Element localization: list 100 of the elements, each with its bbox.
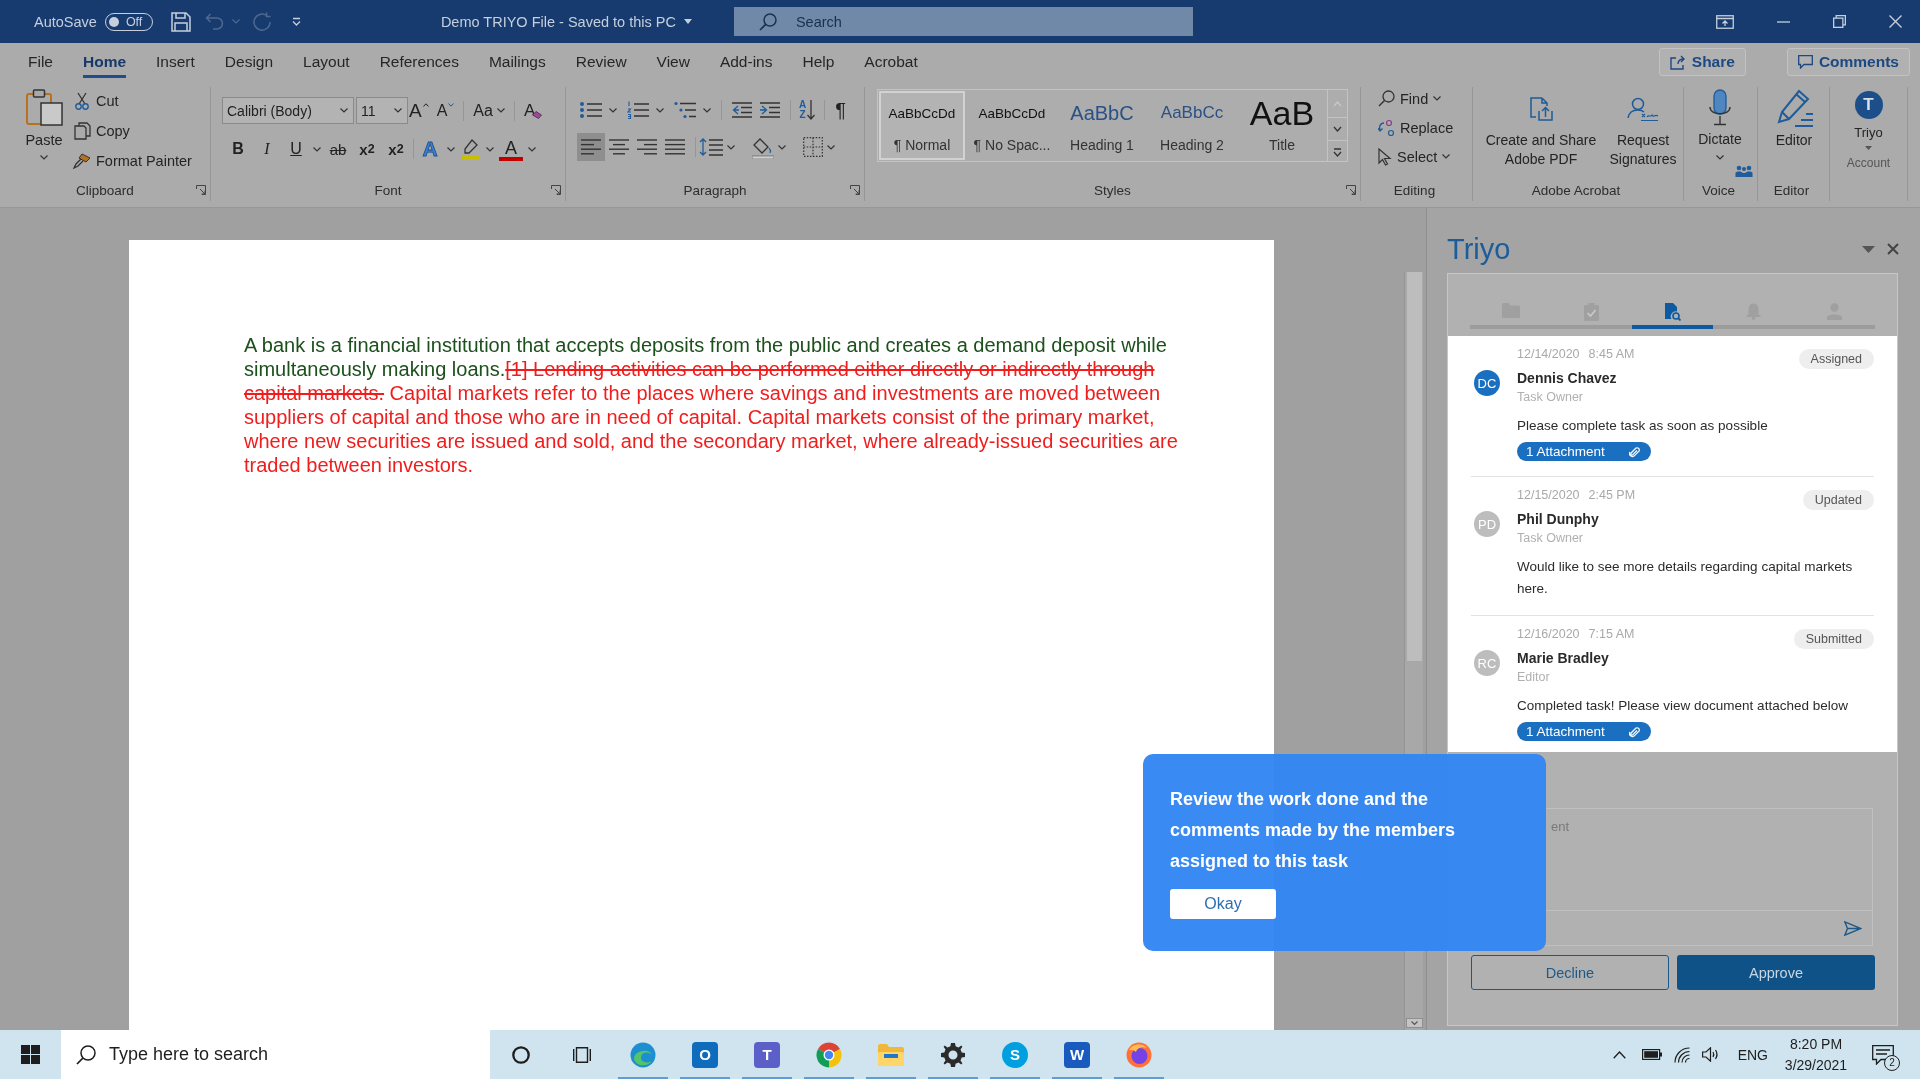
dictate-button[interactable]: Dictate (1695, 87, 1745, 179)
paste-button[interactable]: Paste (20, 87, 68, 179)
menu-tab[interactable]: Acrobat (864, 46, 918, 78)
bulleted-list-icon[interactable] (580, 101, 602, 119)
underline-button[interactable]: U (284, 136, 308, 162)
menu-tab[interactable]: Mailings (488, 46, 546, 78)
attachment-button[interactable]: 1 Attachment (1517, 722, 1651, 741)
shrink-font-button[interactable]: A (436, 98, 455, 123)
triangle-down-icon[interactable] (1862, 245, 1875, 253)
input-language[interactable]: ENG (1737, 1046, 1768, 1063)
speech-bubble-icon[interactable] (1872, 1044, 1894, 1065)
chevron-down-icon[interactable] (1328, 117, 1347, 141)
style-option[interactable]: AaBbCcDd ¶ No Spac... (969, 91, 1055, 160)
corner-arrow-icon[interactable] (196, 185, 206, 195)
line-spacing-icon[interactable] (699, 138, 723, 156)
taskbar-app-button[interactable]: W (1046, 1030, 1108, 1079)
numbered-list-icon[interactable] (627, 101, 649, 119)
caret-icon[interactable] (703, 107, 711, 113)
account-button[interactable]: T Triyo (1854, 91, 1883, 150)
find-button[interactable]: Find (1378, 84, 1472, 113)
strikethrough-button[interactable]: ab (326, 136, 350, 162)
italic-button[interactable]: I (255, 136, 279, 162)
corner-arrow-icon[interactable] (1346, 185, 1356, 195)
speaker-icon[interactable] (1701, 1047, 1720, 1062)
close-icon[interactable] (1887, 243, 1899, 255)
menu-tab[interactable]: Layout (303, 46, 350, 78)
caret-icon[interactable] (609, 107, 617, 113)
highlighter-icon[interactable] (460, 138, 481, 160)
ring-icon[interactable] (511, 1045, 530, 1064)
copy-button[interactable]: Copy (73, 116, 192, 146)
frames-icon[interactable] (572, 1046, 591, 1063)
select-button[interactable]: Select (1378, 142, 1472, 171)
document-title-button[interactable]: Demo TRIYO File - Saved to this PC (440, 13, 692, 30)
approve-button[interactable]: Approve (1677, 955, 1875, 990)
font-color-button[interactable]: A (499, 137, 523, 161)
font-size-field[interactable]: 11 (356, 97, 408, 124)
save-icon[interactable] (170, 11, 191, 32)
bold-button[interactable]: B (226, 136, 250, 162)
search-field[interactable]: Search (733, 7, 1193, 36)
ribbon-display-icon[interactable] (1716, 14, 1734, 29)
font-name-field[interactable]: Calibri (Body) (222, 97, 354, 124)
paint-bucket-icon[interactable] (752, 137, 774, 159)
format-painter-button[interactable]: Format Painter (73, 146, 192, 176)
menu-tab[interactable]: Add-ins (719, 46, 773, 78)
editor-button[interactable]: Editor (1772, 87, 1816, 179)
caret-icon[interactable] (827, 144, 835, 150)
style-option[interactable]: AaB Title (1239, 91, 1325, 160)
caret-icon[interactable] (447, 146, 455, 152)
clear-formatting-button[interactable]: A (523, 98, 543, 123)
caret-icon[interactable] (528, 146, 536, 152)
style-option[interactable]: AaBbCcDd ¶ Normal (879, 91, 965, 160)
align-left-button[interactable] (577, 133, 605, 161)
taskbar-app-button[interactable]: T (736, 1030, 798, 1079)
taskbar-app-button[interactable]: O (674, 1030, 736, 1079)
comments-button[interactable]: Comments (1786, 48, 1910, 76)
menu-tab[interactable]: Help (802, 46, 835, 78)
replace-button[interactable]: Replace (1378, 113, 1472, 142)
multilevel-list-icon[interactable] (674, 101, 696, 119)
borders-icon[interactable] (803, 137, 823, 157)
clock-date[interactable]: 3/29/2021 (1784, 1054, 1848, 1076)
corner-arrow-icon[interactable] (551, 185, 561, 195)
style-option[interactable]: AaBbCc Heading 2 (1149, 91, 1235, 160)
menu-tab[interactable]: File (28, 46, 53, 78)
send-icon[interactable] (1844, 920, 1862, 936)
taskbar-search-field[interactable]: Type here to search (61, 1030, 490, 1079)
caret-icon[interactable] (340, 108, 348, 113)
bar-caret-icon[interactable] (291, 17, 301, 26)
create-pdf-button[interactable]: Create and Share Adobe PDF (1481, 87, 1601, 179)
grow-font-button[interactable]: A (409, 98, 429, 123)
caret-icon[interactable] (656, 107, 664, 113)
caret-up-icon[interactable] (1612, 1050, 1626, 1059)
battery-icon[interactable] (1641, 1049, 1662, 1060)
show-formatting-marks-button[interactable]: ¶ (835, 98, 846, 122)
share-button[interactable]: Share (1658, 48, 1746, 76)
okay-button[interactable]: Okay (1170, 889, 1276, 919)
clock-time[interactable]: 8:20 PM (1789, 1033, 1843, 1055)
menu-tab[interactable]: Home (83, 46, 127, 78)
window-panes-icon[interactable] (21, 1045, 40, 1064)
decrease-indent-icon[interactable] (732, 102, 752, 118)
change-case-button[interactable]: Aa (473, 98, 505, 123)
menu-tab[interactable]: Review (575, 46, 627, 78)
minimize-icon[interactable] (1777, 20, 1790, 23)
menu-tab[interactable]: Design (224, 46, 274, 78)
menu-tab[interactable]: References (379, 46, 459, 78)
attachment-button[interactable]: 1 Attachment (1517, 442, 1651, 461)
increase-indent-icon[interactable] (760, 102, 780, 118)
restore-icon[interactable] (1833, 15, 1846, 28)
caret-icon[interactable] (727, 144, 735, 150)
scrollbar-thumb[interactable] (1406, 272, 1422, 661)
caret-icon[interactable] (313, 146, 321, 152)
caret-icon[interactable] (486, 146, 494, 152)
cut-button[interactable]: Cut (73, 86, 192, 116)
style-option[interactable]: AaBbC Heading 1 (1059, 91, 1145, 160)
menu-tab[interactable]: Insert (156, 46, 195, 78)
corner-arrow-icon[interactable] (850, 185, 860, 195)
caret-icon[interactable] (778, 144, 786, 150)
caret-icon[interactable] (394, 108, 402, 113)
wifi-icon[interactable] (1673, 1046, 1691, 1063)
menu-tab[interactable]: View (656, 46, 690, 78)
chevron-down-icon[interactable] (1405, 1018, 1423, 1028)
